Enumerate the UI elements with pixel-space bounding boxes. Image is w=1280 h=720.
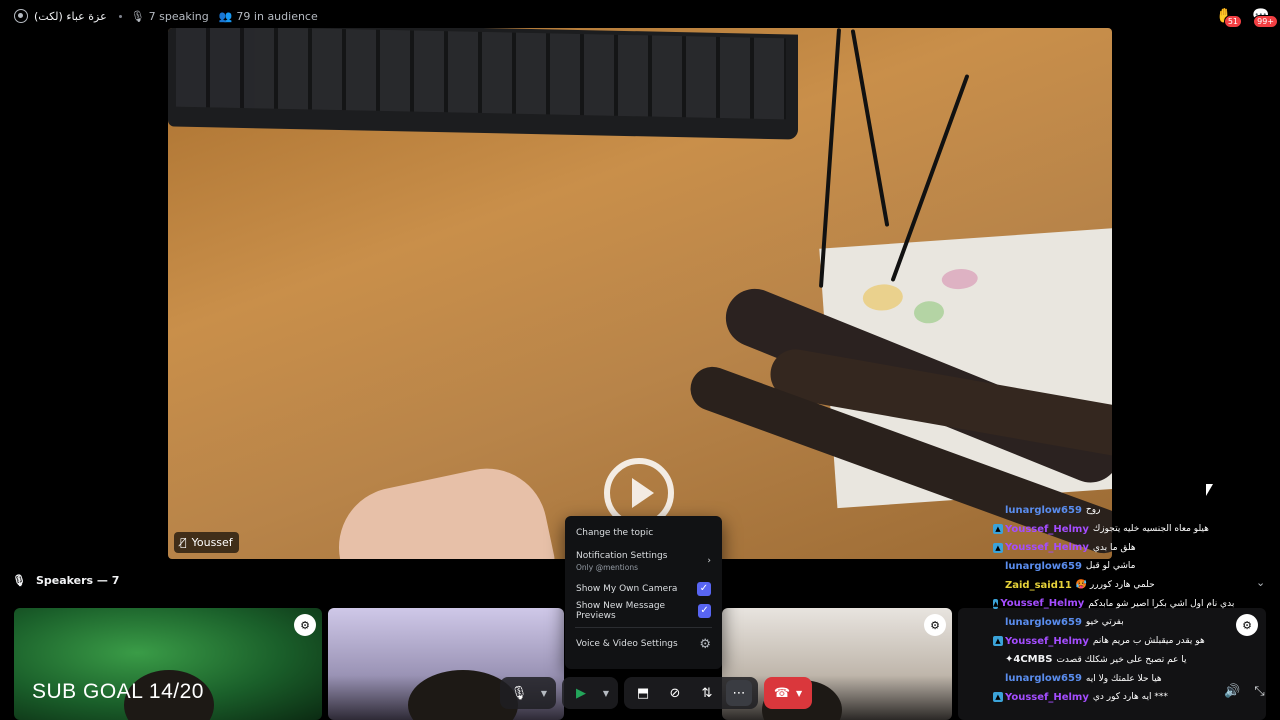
activity-controls: ⬒ ⊘ ⇅ ⋯ (624, 677, 758, 709)
chat-message: lunarglow659 هيا حلا علمتك ولا ايه (990, 669, 1230, 688)
mouse-cursor-icon (1206, 484, 1213, 496)
microphone-icon: 🎙 (130, 9, 145, 23)
menu-item-change-topic[interactable]: Change the topic (571, 522, 716, 544)
chat-text: هيا حلا علمتك ولا ايه (1085, 673, 1162, 684)
speaker-badge-icon: ⚙ (1236, 614, 1258, 636)
hand-badge: 51 (1223, 15, 1242, 28)
menu-item-notification-settings[interactable]: Notification Settings Only @mentions › (571, 544, 716, 578)
chat-username: lunarglow659 (1005, 616, 1082, 628)
top-right-toolbar: ✋ 51 💬 99+ (1214, 6, 1278, 28)
chevron-right-icon: › (707, 556, 711, 566)
platform-badge-icon: ▲ (993, 692, 1003, 703)
stage-title: (لكت) عزة عباء (34, 9, 107, 23)
notification-sublabel: Only @mentions (576, 562, 639, 572)
speaker-badge-icon: ⚙ (924, 614, 946, 636)
sub-goal-overlay: SUB GOAL 14/20 (32, 680, 204, 703)
move-to-audience-button[interactable]: ⇅ (694, 680, 720, 706)
hang-up-icon: ☎ (773, 685, 791, 701)
checkbox-checked-icon[interactable]: ✓ (698, 604, 711, 618)
audience-icon: 👥 (218, 9, 233, 23)
chat-text: ايه هارد كور دي *** (1092, 692, 1168, 703)
chat-message: Zaid_said11 🥵 حلمي هارد كوررر (990, 576, 1230, 595)
screen-share-button[interactable]: ⬒ (630, 680, 656, 706)
chat-username: lunarglow659 (1005, 504, 1082, 516)
chat-overlay: lunarglow659 روح ▲ Youssef_Helmy هيلو معاه ا… (990, 501, 1234, 707)
platform-badge-icon: ▲ (993, 524, 1003, 535)
leave-stage-button[interactable]: ☎ ▼ (764, 677, 812, 709)
separator-dot (118, 14, 122, 18)
chat-text: بدي نام اول اشي بكرا اصير شو مابدكم (1088, 598, 1235, 609)
menu-item-show-camera[interactable]: Show My Own Camera ✓ (571, 578, 716, 600)
microphone-button[interactable]: 🎙 (506, 680, 532, 706)
menu-divider (575, 627, 712, 628)
muted-mic-icon: 🎙̸ (180, 536, 187, 549)
microphone-icon: 🎙 (12, 574, 26, 587)
chat-text: هلق ما بدي (1092, 542, 1136, 553)
camera-options-chevron-icon[interactable]: ▼ (600, 680, 612, 706)
raised-hands-button[interactable]: ✋ 51 (1214, 6, 1242, 28)
stage-channel-icon (14, 9, 28, 23)
chat-text: 🥵 حلمي هارد كوررر (1075, 580, 1155, 591)
chat-username: Youssef_Helmy (1000, 598, 1085, 610)
bottom-right-controls: 🔊 ⤡ (1224, 684, 1265, 699)
chat-text: روح (1085, 505, 1101, 516)
audience-count: 👥 79 in audience (218, 9, 318, 23)
checkbox-checked-icon[interactable]: ✓ (697, 582, 711, 596)
keyboard-image (168, 28, 798, 140)
chat-username: Youssef_Helmy (1005, 542, 1089, 554)
chat-toggle-button[interactable]: 💬 99+ (1250, 6, 1278, 28)
gear-icon: ⚙ (699, 636, 711, 652)
platform-badge-icon: ▲ (993, 598, 999, 609)
chat-text: هيلو معاه الجنسيه خليه يتجوزك (1092, 524, 1209, 535)
mute-speaker-button[interactable]: ⊘ (662, 680, 688, 706)
hand-image (327, 457, 559, 559)
platform-badge-icon: ▲ (993, 542, 1003, 553)
chat-text: ماشي لو قبل (1085, 561, 1136, 572)
chat-username: Youssef_Helmy (1005, 635, 1089, 647)
leave-options-chevron-icon[interactable]: ▼ (796, 689, 802, 698)
chat-text: هو يقدر ميقبلش ب مريم هانم (1092, 636, 1205, 647)
chat-username: Youssef_Helmy (1005, 691, 1089, 703)
speaker-badge-icon: ⚙ (294, 614, 316, 636)
chat-text: يا عم تصبح على خير شكلك قصدت (1056, 654, 1187, 665)
call-controls: 🎙 ▼ ▶ ▼ ⬒ ⊘ ⇅ ⋯ ☎ ▼ (500, 676, 812, 710)
menu-item-voice-video-settings[interactable]: Voice & Video Settings ⚙ (571, 633, 716, 655)
presenter-nametag: 🎙̸ Youssef (174, 532, 239, 553)
chat-message: lunarglow659 ماشي لو قبل (990, 557, 1230, 576)
chat-message: ▲ Youssef_Helmy هيلو معاه الجنسيه خليه يتج… (990, 520, 1230, 539)
speaking-count: 🎙 7 speaking (130, 9, 209, 23)
exit-fullscreen-icon[interactable]: ⤡ (1254, 684, 1264, 699)
chat-message: ▲ Youssef_Helmy ايه هارد كور دي *** (990, 688, 1230, 707)
volume-icon[interactable]: 🔊 (1224, 684, 1240, 699)
chat-username: Youssef_Helmy (1005, 523, 1089, 535)
speakers-header: 🎙 Speakers — 7 (12, 574, 120, 587)
chat-username: ✦4CMBS (1005, 654, 1053, 666)
mic-options-chevron-icon[interactable]: ▼ (538, 680, 550, 706)
chat-message: lunarglow659 بفرتي خيو (990, 613, 1230, 632)
chat-username: lunarglow659 (1005, 560, 1082, 572)
mic-control: 🎙 ▼ (500, 677, 556, 709)
platform-badge-icon: ▲ (993, 636, 1003, 647)
camera-button[interactable]: ▶ (568, 680, 594, 706)
chat-username: lunarglow659 (1005, 673, 1082, 685)
messages-badge: 99+ (1253, 15, 1278, 28)
main-video-stream[interactable]: 🎙̸ Youssef (168, 28, 1112, 559)
more-options-button[interactable]: ⋯ (726, 680, 752, 706)
collapse-chevron-icon[interactable]: ⌄ (1256, 576, 1265, 589)
camera-control: ▶ ▼ (562, 677, 618, 709)
chat-message: ✦4CMBS يا عم تصبح على خير شكلك قصدت (990, 651, 1230, 670)
menu-item-show-previews[interactable]: Show New Message Previews ✓ (571, 600, 716, 622)
chat-message: ▲ Youssef_Helmy بدي نام اول اشي بكرا اصير … (990, 594, 1234, 613)
chat-message: lunarglow659 روح (990, 501, 1230, 520)
chat-text: بفرتي خيو (1085, 617, 1124, 628)
chat-message: ▲ Youssef_Helmy هو يقدر ميقبلش ب مريم هانم (990, 632, 1230, 651)
chat-message: ▲ Youssef_Helmy هلق ما بدي (990, 538, 1230, 557)
more-options-menu: Change the topic Notification Settings O… (565, 516, 722, 669)
chat-username: Zaid_said11 (1005, 579, 1072, 591)
